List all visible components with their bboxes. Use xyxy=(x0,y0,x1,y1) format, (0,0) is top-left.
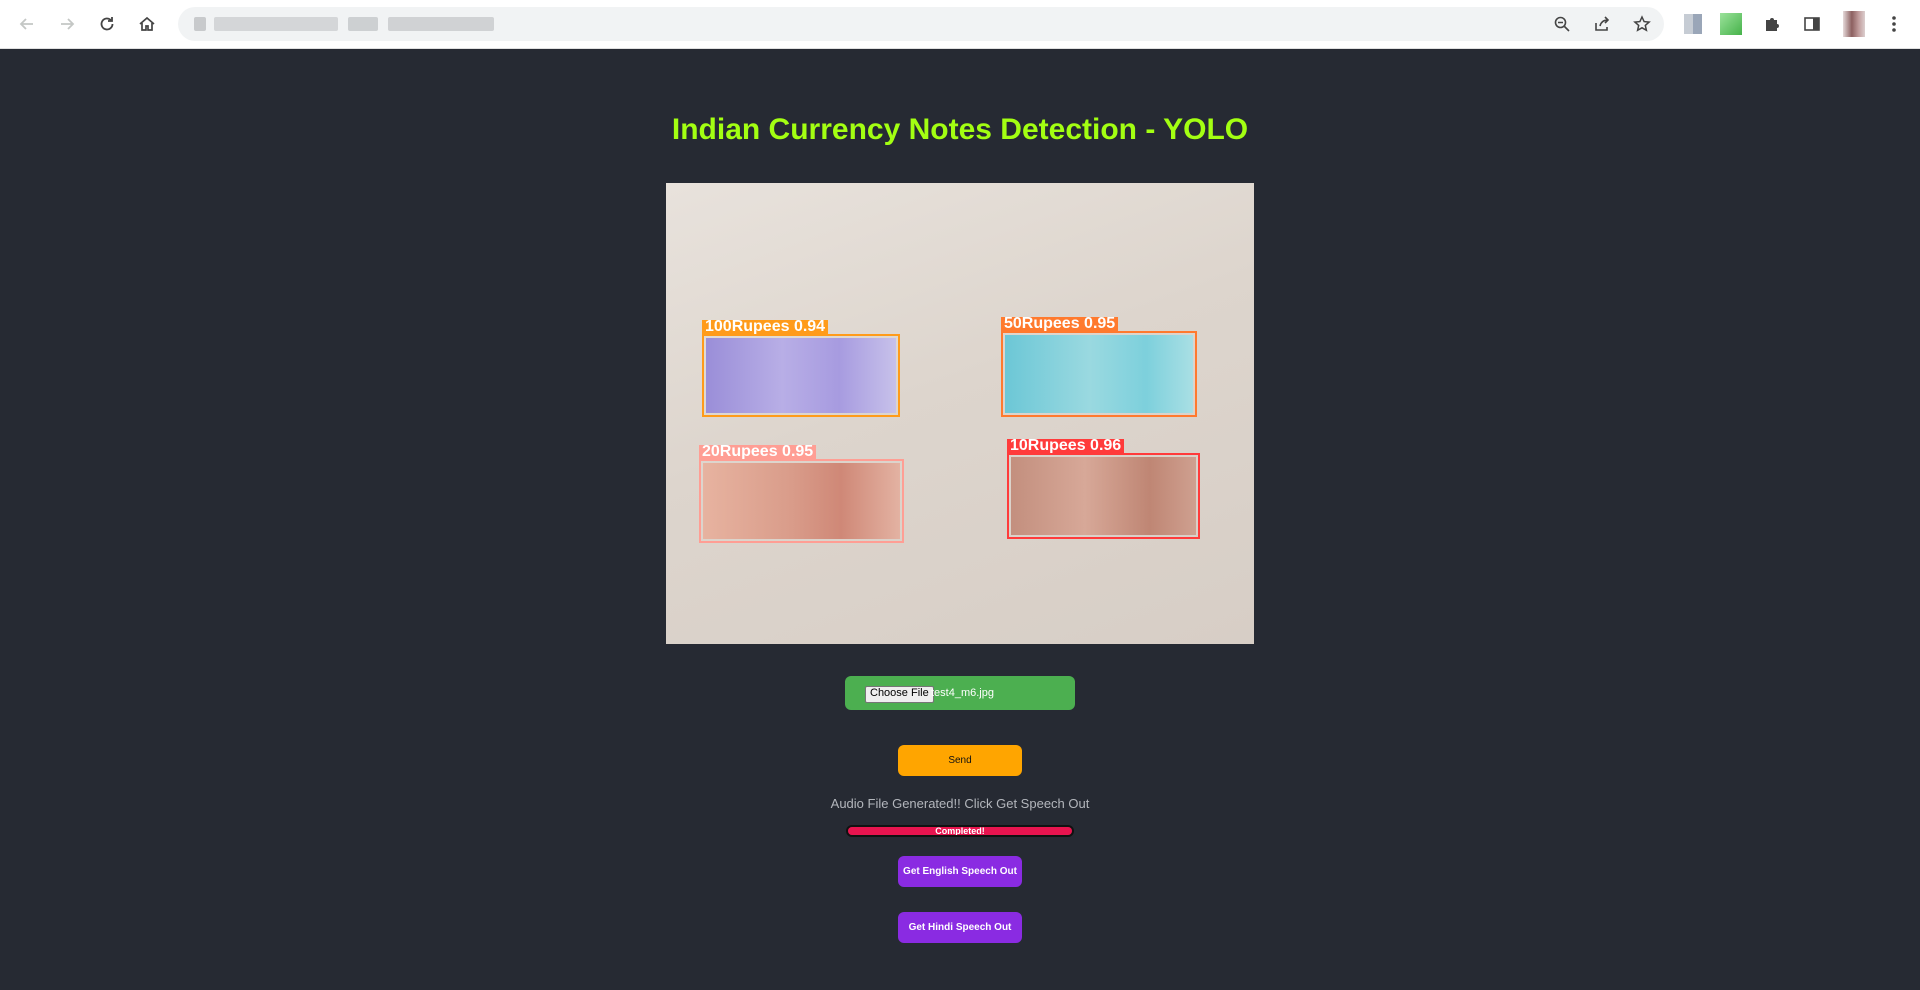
english-speech-button[interactable]: Get English Speech Out xyxy=(898,856,1022,887)
detection-result-image: 100Rupees 0.94 50Rupees 0.95 20Rupees 0.… xyxy=(666,183,1254,644)
reload-button[interactable] xyxy=(91,8,123,40)
forward-button[interactable] xyxy=(51,8,83,40)
home-button[interactable] xyxy=(131,8,163,40)
address-bar[interactable] xyxy=(178,7,1664,41)
selected-file-name: test4_m6.jpg xyxy=(931,687,994,699)
back-button[interactable] xyxy=(11,8,43,40)
detection-box-100 xyxy=(702,334,900,417)
send-button[interactable]: Send xyxy=(898,745,1022,776)
reload-icon xyxy=(100,17,114,31)
browser-toolbar xyxy=(0,0,1920,49)
star-icon[interactable] xyxy=(1630,12,1654,36)
detection-label-100: 100Rupees 0.94 xyxy=(702,319,829,335)
url-text-blurred xyxy=(348,17,378,31)
status-message: Audio File Generated!! Click Get Speech … xyxy=(830,796,1090,811)
detection-box-10 xyxy=(1007,453,1200,539)
arrow-left-icon xyxy=(19,18,33,30)
progress-label: Completed! xyxy=(935,826,985,836)
site-info-icon[interactable] xyxy=(194,17,206,31)
arrow-right-icon xyxy=(61,18,75,30)
detection-label-20: 20Rupees 0.95 xyxy=(699,444,817,460)
zoom-out-icon[interactable] xyxy=(1550,12,1574,36)
hindi-speech-button[interactable]: Get Hindi Speech Out xyxy=(898,912,1022,943)
home-icon xyxy=(139,16,155,31)
detection-box-50 xyxy=(1001,331,1197,417)
page-body: Indian Currency Notes Detection - YOLO 1… xyxy=(0,49,1920,990)
url-text-blurred xyxy=(214,17,338,31)
side-panel-icon[interactable] xyxy=(1798,10,1826,38)
choose-file-button[interactable]: Choose File xyxy=(865,686,934,703)
detection-label-50: 50Rupees 0.95 xyxy=(1001,316,1119,332)
profile-avatar[interactable] xyxy=(1840,10,1868,38)
share-icon[interactable] xyxy=(1590,12,1614,36)
puzzle-icon[interactable] xyxy=(1758,10,1786,38)
detection-box-20 xyxy=(699,459,904,543)
extension-b-icon[interactable] xyxy=(1717,10,1745,38)
detection-label-10: 10Rupees 0.96 xyxy=(1007,438,1125,454)
page-title: Indian Currency Notes Detection - YOLO xyxy=(671,113,1249,146)
kebab-menu-icon[interactable] xyxy=(1880,10,1908,38)
url-text-blurred xyxy=(388,17,494,31)
extension-a-icon[interactable] xyxy=(1679,10,1707,38)
file-upload-field[interactable]: Choose File test4_m6.jpg xyxy=(845,676,1075,710)
progress-bar: Completed! xyxy=(846,825,1074,837)
